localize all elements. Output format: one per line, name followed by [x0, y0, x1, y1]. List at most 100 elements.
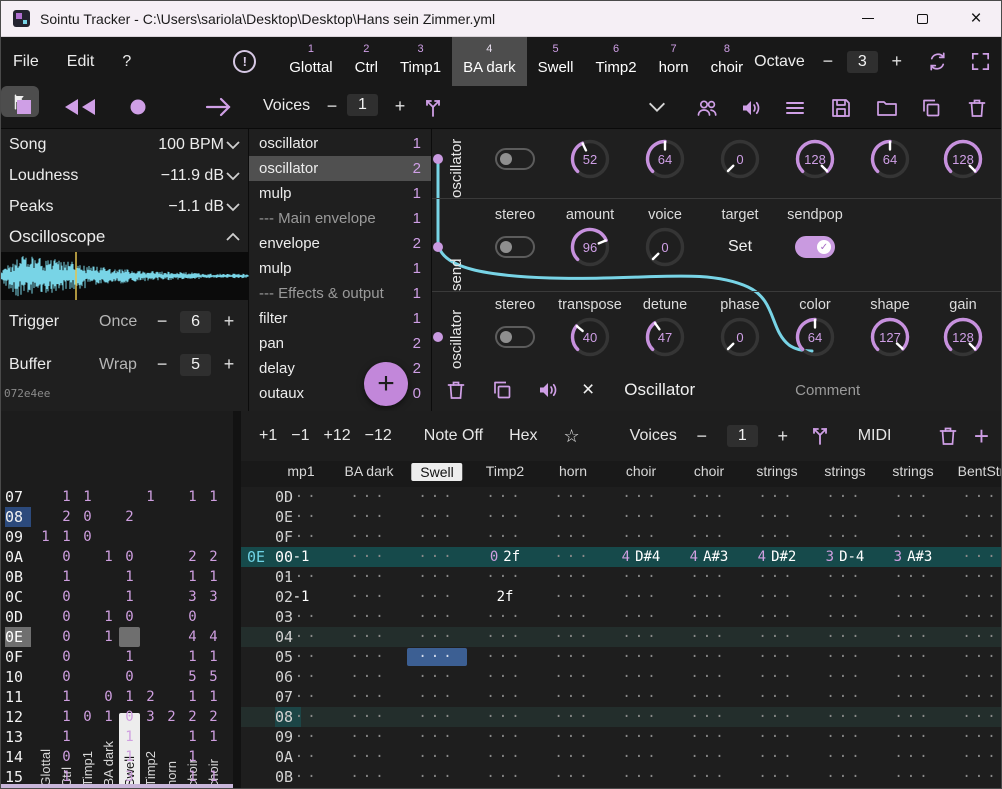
pattern-cell[interactable]: ··· — [894, 687, 931, 707]
pattern-track-header-6[interactable]: choir — [694, 463, 724, 479]
trigger-minus-button[interactable]: − — [151, 311, 173, 332]
pattern-cell[interactable]: ··· — [962, 687, 999, 707]
order-cell[interactable]: 1 — [203, 487, 224, 507]
loop-sync-icon[interactable] — [926, 50, 949, 73]
param-knob-knob[interactable]: 128 — [792, 136, 838, 182]
pattern-cell[interactable]: ··· — [282, 667, 319, 687]
order-cell[interactable] — [35, 507, 56, 527]
order-cell[interactable]: 1 — [35, 527, 56, 547]
instrument-tab-timp1[interactable]: 3Timp1 — [389, 37, 452, 86]
pattern-voices-minus-button[interactable]: − — [691, 426, 713, 447]
voices-plus-button[interactable]: + — [389, 96, 411, 117]
order-cell[interactable]: 1 — [119, 687, 140, 707]
pattern-cell[interactable]: ··· — [894, 487, 931, 507]
pattern-cell[interactable]: ··· — [826, 607, 863, 627]
midi-button[interactable]: MIDI — [858, 427, 892, 445]
pattern-cell[interactable]: ··· — [962, 547, 999, 567]
order-cell[interactable]: 0 — [98, 687, 119, 707]
pattern-cell[interactable]: ··· — [554, 727, 591, 747]
param-knob-knob[interactable]: 64 — [642, 136, 688, 182]
pattern-cell[interactable]: ··· — [418, 747, 455, 767]
param-toggle-toggle[interactable] — [495, 148, 535, 170]
pattern-cell[interactable]: ··· — [826, 667, 863, 687]
unit-list-item[interactable]: --- Main envelope1 — [249, 206, 431, 231]
pattern-cell[interactable]: ··· — [622, 687, 659, 707]
order-cell[interactable]: 1 — [140, 487, 161, 507]
order-cell[interactable] — [161, 727, 182, 747]
pattern-cell[interactable]: ··· — [826, 687, 863, 707]
save-icon[interactable] — [829, 96, 853, 120]
pattern-cell[interactable]: ··· — [622, 487, 659, 507]
pattern-cell[interactable]: ··· — [894, 587, 931, 607]
order-cell[interactable]: 0 — [56, 607, 77, 627]
order-cell[interactable]: 2 — [119, 507, 140, 527]
pattern-cell[interactable]: ··· — [622, 767, 659, 787]
pattern-cell[interactable]: ··· — [554, 487, 591, 507]
order-cell[interactable] — [161, 547, 182, 567]
alert-icon[interactable]: ! — [233, 50, 256, 73]
order-cell[interactable] — [35, 547, 56, 567]
voices-people-icon[interactable] — [695, 96, 719, 120]
pattern-cell[interactable]: 4D#2 — [758, 547, 797, 567]
pattern-cell[interactable]: ··· — [350, 547, 387, 567]
pattern-cell[interactable]: ··· — [962, 607, 999, 627]
pattern-cell[interactable]: ··· — [282, 727, 319, 747]
pattern-cell[interactable]: 4A#3 — [690, 547, 729, 567]
order-cell[interactable] — [140, 627, 161, 647]
add-pattern-button[interactable]: + — [974, 424, 989, 448]
pattern-cell[interactable]: ··· — [418, 507, 455, 527]
pattern-cell[interactable]: ··· — [962, 487, 999, 507]
pattern-cell[interactable]: ··· — [282, 747, 319, 767]
pattern-cell[interactable]: ··· — [350, 527, 387, 547]
param-knob-color[interactable]: 64 — [792, 314, 838, 360]
pattern-cell[interactable]: ··· — [350, 667, 387, 687]
param-toggle-sendpop[interactable]: ✓ — [795, 236, 835, 258]
buffer-mode[interactable]: Wrap — [99, 356, 137, 374]
order-cell[interactable] — [98, 727, 119, 747]
chevron-down-icon[interactable] — [224, 138, 242, 152]
unit-list-item[interactable]: oscillator2 — [249, 156, 431, 181]
order-cell[interactable] — [98, 527, 119, 547]
pattern-cell[interactable]: ··· — [350, 507, 387, 527]
param-knob-knob[interactable]: 52 — [567, 136, 613, 182]
pattern-cell[interactable]: ··· — [418, 727, 455, 747]
oscilloscope-header[interactable]: Oscilloscope — [1, 222, 248, 252]
pattern-cell[interactable]: ··· — [826, 507, 863, 527]
order-cell[interactable] — [140, 567, 161, 587]
order-cell[interactable] — [77, 547, 98, 567]
pattern-cell[interactable]: ··· — [826, 707, 863, 727]
pattern-cell[interactable]: ··· — [894, 627, 931, 647]
order-cell[interactable] — [98, 567, 119, 587]
order-cell[interactable] — [77, 667, 98, 687]
pattern-cell[interactable]: ··· — [690, 767, 727, 787]
order-cell[interactable]: 1 — [98, 607, 119, 627]
pattern-cell[interactable]: ··· — [282, 487, 319, 507]
clear-unit-icon[interactable]: × — [582, 378, 594, 402]
pattern-cell[interactable]: ··· — [622, 627, 659, 647]
pattern-cell[interactable]: ··· — [758, 487, 795, 507]
order-cell[interactable] — [140, 647, 161, 667]
unit-list-item[interactable]: --- Effects & output1 — [249, 281, 431, 306]
buffer-plus-button[interactable]: + — [218, 354, 240, 375]
order-cell[interactable]: 1 — [203, 647, 224, 667]
rewind-icon[interactable] — [63, 97, 97, 117]
order-cell[interactable]: 1 — [56, 727, 77, 747]
pattern-cell[interactable]: ··· — [758, 667, 795, 687]
instrument-tab-horn[interactable]: 7horn — [648, 37, 700, 86]
order-cell[interactable] — [161, 607, 182, 627]
pattern-cell[interactable]: ··· — [962, 507, 999, 527]
order-cell[interactable]: 1 — [119, 727, 140, 747]
pattern-cell[interactable]: ··· — [758, 707, 795, 727]
pattern-cell[interactable]: ··· — [350, 567, 387, 587]
order-cell[interactable] — [140, 587, 161, 607]
pattern-cell[interactable]: ··· — [350, 487, 387, 507]
pattern-cell[interactable]: ··· — [350, 747, 387, 767]
order-cell[interactable]: 1 — [119, 587, 140, 607]
pattern-cell[interactable]: -1 — [293, 547, 310, 567]
order-cell[interactable]: 1 — [182, 567, 203, 587]
fullscreen-icon[interactable] — [969, 50, 992, 73]
loudness-row[interactable]: Loudness −11.9 dB — [1, 160, 248, 191]
pattern-cell[interactable]: ··· — [407, 648, 467, 666]
unit-comment-field[interactable]: Comment — [795, 382, 860, 399]
minimize-button[interactable] — [841, 1, 895, 36]
